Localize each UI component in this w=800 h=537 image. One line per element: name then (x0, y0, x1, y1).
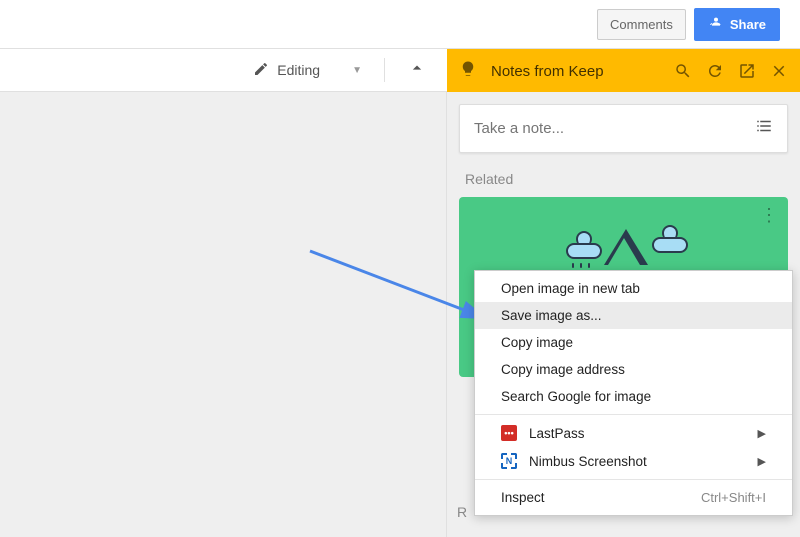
submenu-arrow-icon: ▶ (758, 427, 766, 440)
open-external-icon[interactable] (738, 62, 756, 80)
annotation-arrow (305, 246, 500, 336)
new-list-icon[interactable] (755, 117, 773, 140)
editing-label: Editing (277, 62, 320, 78)
submenu-arrow-icon: ▶ (758, 455, 766, 468)
orphan-text: R (457, 504, 467, 520)
keep-title: Notes from Keep (491, 63, 660, 80)
card-menu-icon[interactable]: ⋮ (760, 205, 778, 226)
comments-button[interactable]: Comments (597, 9, 686, 40)
menu-inspect[interactable]: Inspect Ctrl+Shift+I (475, 484, 792, 511)
menu-separator (475, 479, 792, 480)
menu-copy-image-address[interactable]: Copy image address (475, 356, 792, 383)
sub-bar: Editing ▼ Notes from Keep (0, 48, 800, 92)
note-input[interactable] (474, 120, 755, 137)
take-note-box[interactable] (459, 104, 788, 153)
collapse-button[interactable] (397, 54, 437, 87)
nimbus-icon: N (501, 453, 517, 469)
keep-panel-header: Notes from Keep (447, 49, 800, 93)
share-button[interactable]: Share (694, 8, 780, 41)
lastpass-label: LastPass (529, 426, 585, 441)
refresh-icon[interactable] (706, 62, 724, 80)
share-icon (708, 15, 724, 34)
menu-save-image-as[interactable]: Save image as... (475, 302, 792, 329)
menu-separator (475, 414, 792, 415)
bulb-icon (459, 60, 477, 83)
editing-mode-button[interactable]: Editing ▼ (243, 57, 372, 84)
menu-open-new-tab[interactable]: Open image in new tab (475, 275, 792, 302)
pencil-icon (253, 61, 269, 80)
search-icon[interactable] (674, 62, 692, 80)
close-icon[interactable] (770, 62, 788, 80)
menu-copy-image[interactable]: Copy image (475, 329, 792, 356)
doc-toolbar: Editing ▼ (0, 49, 447, 91)
lastpass-icon: ••• (501, 425, 517, 441)
context-menu: Open image in new tab Save image as... C… (474, 270, 793, 516)
menu-nimbus[interactable]: N Nimbus Screenshot ▶ (475, 447, 792, 475)
top-bar: Comments Share (0, 0, 800, 48)
menu-search-google[interactable]: Search Google for image (475, 383, 792, 410)
caret-down-icon: ▼ (352, 65, 362, 76)
nimbus-label: Nimbus Screenshot (529, 454, 647, 469)
related-label: Related (465, 171, 788, 187)
inspect-shortcut: Ctrl+Shift+I (701, 490, 766, 505)
inspect-label: Inspect (501, 490, 545, 505)
share-label: Share (730, 17, 766, 32)
menu-lastpass[interactable]: ••• LastPass ▶ (475, 419, 792, 447)
divider (384, 58, 385, 82)
